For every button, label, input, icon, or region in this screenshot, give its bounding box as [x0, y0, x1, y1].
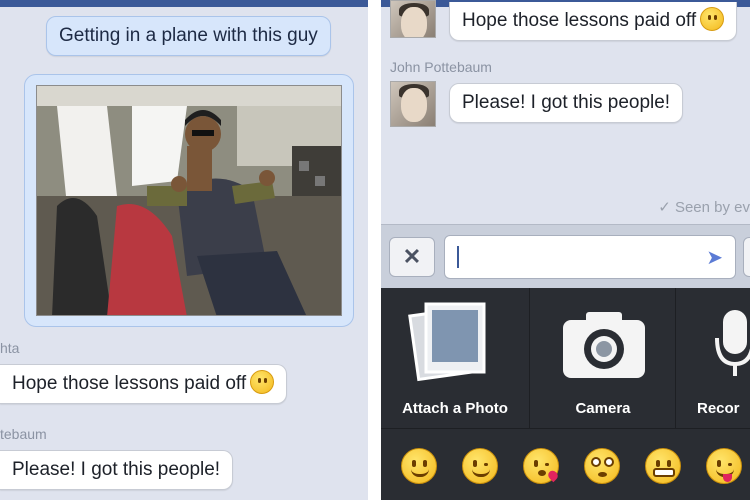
- incoming-message-bubble-1: Hope those lessons paid off: [0, 364, 288, 404]
- attachment-tray: Attach a Photo Camera Recor: [381, 288, 750, 500]
- incoming-message-text-1: Hope those lessons paid off: [12, 373, 247, 394]
- photo-message[interactable]: [24, 74, 354, 327]
- microphone-icon: [715, 310, 750, 376]
- camera-icon: [563, 312, 645, 378]
- close-icon: ✕: [402, 244, 422, 269]
- composer-side-button[interactable]: [743, 237, 750, 277]
- smile-emoji-icon: [250, 370, 275, 394]
- avatar-face: [401, 7, 427, 37]
- record-label: Recor: [697, 400, 740, 417]
- smile-emoji-icon: [700, 7, 725, 31]
- close-button[interactable]: ✕: [389, 237, 435, 277]
- right-chat-panel: Hope those lessons paid off John Potteba…: [381, 0, 750, 500]
- kiss-icon[interactable]: [523, 448, 560, 484]
- sender-name-1: hta: [0, 340, 20, 356]
- top-bar: [0, 0, 368, 7]
- photos-icon: [408, 302, 486, 382]
- sender-name-2: tebaum: [0, 426, 47, 442]
- attach-photo-label: Attach a Photo: [402, 400, 508, 417]
- incoming-message-bubble: Please! I got this people!: [449, 83, 684, 123]
- smile-icon[interactable]: [401, 448, 437, 484]
- tray-separator: [381, 428, 750, 429]
- grin-icon[interactable]: [645, 448, 681, 484]
- location-arrow-icon[interactable]: ➤: [706, 248, 723, 268]
- left-chat-panel: Getting in a plane with this guy hta Hop…: [0, 0, 368, 500]
- shared-photo[interactable]: [36, 85, 342, 316]
- sender-name: John Pottebaum: [390, 59, 492, 75]
- incoming-message-bubble-top: Hope those lessons paid off: [449, 2, 738, 41]
- attach-photo-button[interactable]: Attach a Photo: [381, 288, 530, 428]
- outgoing-message-text: Getting in a plane with this guy: [59, 25, 318, 46]
- incoming-message-bubble-2: Please! I got this people!: [0, 450, 234, 490]
- outgoing-message-bubble: Getting in a plane with this guy: [46, 16, 331, 56]
- tongue-wink-icon[interactable]: [706, 448, 742, 484]
- message-input[interactable]: ➤: [444, 235, 736, 279]
- sender-avatar[interactable]: [390, 81, 436, 127]
- record-button[interactable]: Recor: [677, 288, 750, 428]
- camera-label: Camera: [575, 400, 631, 417]
- camera-button[interactable]: Camera: [531, 288, 676, 428]
- composer-bar: ✕ ➤: [381, 224, 750, 288]
- incoming-message-text-top: Hope those lessons paid off: [462, 10, 697, 31]
- sender-avatar-top[interactable]: [390, 0, 436, 38]
- seen-status: ✓ Seen by ev: [658, 199, 750, 216]
- avatar-face: [401, 88, 427, 122]
- flushed-icon[interactable]: [584, 448, 620, 484]
- incoming-message-text: Please! I got this people!: [462, 92, 671, 113]
- emoji-row: [381, 448, 750, 488]
- panel-divider: [368, 0, 381, 500]
- text-caret: [457, 246, 459, 268]
- photo-illustration: [37, 86, 341, 315]
- wink-icon[interactable]: [462, 448, 498, 484]
- incoming-message-text-2: Please! I got this people!: [12, 459, 221, 480]
